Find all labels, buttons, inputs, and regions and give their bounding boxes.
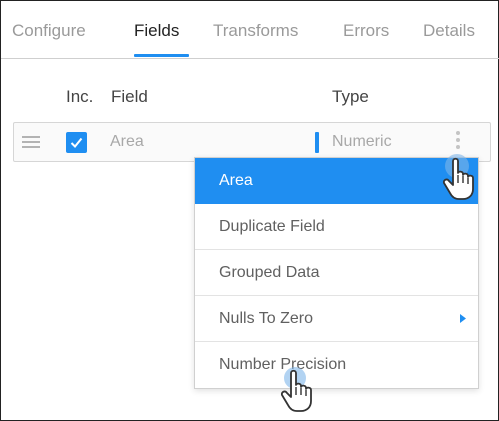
tab-details[interactable]: Details <box>423 21 475 41</box>
include-checkbox[interactable] <box>66 132 87 153</box>
menu-item-duplicate-field[interactable]: Duplicate Field <box>195 204 478 250</box>
check-icon <box>70 137 83 148</box>
tab-errors[interactable]: Errors <box>343 21 389 41</box>
chevron-right-icon <box>460 314 466 323</box>
field-row[interactable]: Area Numeric <box>13 122 491 162</box>
tab-configure[interactable]: Configure <box>12 21 86 41</box>
column-header-inc: Inc. <box>66 87 94 106</box>
column-header-field: Field <box>111 87 148 106</box>
field-name: Area <box>110 133 144 150</box>
hand-pointer-icon <box>442 154 474 200</box>
menu-item-label: Grouped Data <box>219 264 320 281</box>
menu-item-label: Duplicate Field <box>219 218 325 235</box>
menu-item-grouped-data[interactable]: Grouped Data <box>195 250 478 296</box>
column-header-type: Type <box>332 87 369 106</box>
kebab-menu-icon[interactable] <box>454 131 462 155</box>
active-tab-indicator <box>134 54 189 57</box>
field-type: Numeric <box>332 133 392 150</box>
menu-item-area[interactable]: Area <box>195 158 478 204</box>
tab-bar: Configure Fields Transforms Errors Detai… <box>1 1 499 59</box>
tab-fields[interactable]: Fields <box>134 21 179 41</box>
fields-panel: Configure Fields Transforms Errors Detai… <box>0 0 499 421</box>
menu-item-number-precision[interactable]: Number Precision <box>195 342 478 388</box>
type-indicator <box>315 132 319 153</box>
drag-handle-icon[interactable] <box>22 136 40 148</box>
menu-item-nulls-to-zero[interactable]: Nulls To Zero <box>195 296 478 342</box>
tab-transforms[interactable]: Transforms <box>213 21 298 41</box>
menu-item-label: Nulls To Zero <box>219 310 313 327</box>
hand-pointer-icon <box>280 367 312 412</box>
menu-item-label: Area <box>219 172 253 189</box>
